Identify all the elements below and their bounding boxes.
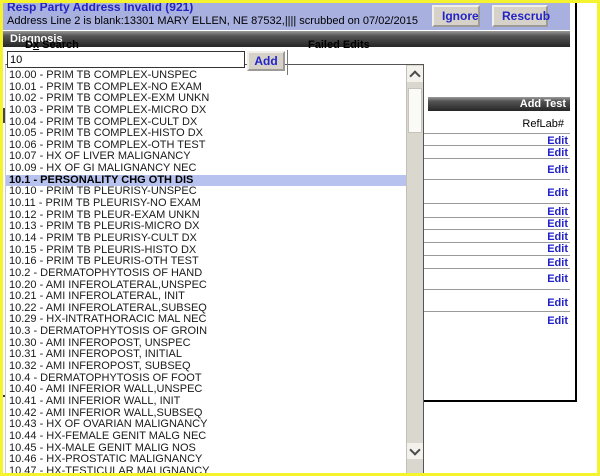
dx-search-label: Dx Search [25, 39, 79, 51]
scrub-window: Resp Party Address Invalid (921) Address… [0, 0, 600, 476]
alert-bar: Resp Party Address Invalid (921) Address… [3, 3, 570, 30]
list-item[interactable]: 10.00 - PRIM TB COMPLEX-UNSPEC [6, 70, 406, 82]
frame-right-border [575, 3, 577, 402]
list-item-selected[interactable]: 10.1 - PERSONALITY CHG OTH DIS [6, 175, 406, 187]
list-item[interactable]: 10.45 - HX-MALE GENIT MALIG NOS [6, 443, 406, 455]
edit-link[interactable]: Edit [422, 218, 568, 230]
list-item[interactable]: 10.30 - AMI INFEROPOST, UNSPEC [6, 338, 406, 350]
list-item[interactable]: 10.46 - HX-PROSTATIC MALIGNANCY [6, 454, 406, 466]
edit-link[interactable]: Edit [422, 147, 568, 159]
dx-search-input[interactable] [7, 51, 245, 68]
edit-link[interactable]: Edit [422, 243, 568, 255]
list-item[interactable]: 10.3 - DERMATOPHYTOSIS OF GROIN [6, 326, 406, 338]
list-item[interactable]: 10.02 - PRIM TB COMPLEX-EXM UNKN [6, 93, 406, 105]
failed-edits-label: Failed Edits [308, 39, 370, 51]
frame-bottom-border [419, 400, 577, 402]
list-item[interactable]: 10.09 - HX OF GI MALIGNANCY NEC [6, 163, 406, 175]
scroll-up-button[interactable] [407, 66, 423, 82]
list-item[interactable]: 10.20 - AMI INFEROLATERAL,UNSPEC [6, 280, 406, 292]
dropdown-scrollbar[interactable] [406, 65, 423, 473]
list-item[interactable]: 10.12 - PRIM TB PLEUR-EXAM UNKN [6, 210, 406, 222]
row-separator [422, 179, 570, 180]
cell-divider [287, 50, 288, 75]
list-item[interactable]: 10.40 - AMI INFERIOR WALL,UNSPEC [6, 384, 406, 396]
scroll-down-button[interactable] [407, 443, 423, 459]
edit-link[interactable]: Edit [422, 164, 568, 176]
list-item[interactable]: 10.32 - AMI INFEROPOST, SUBSEQ [6, 361, 406, 373]
chevron-down-icon [409, 444, 420, 455]
list-item[interactable]: 10.13 - PRIM TB PLEURIS-MICRO DX [6, 221, 406, 233]
ignore-button[interactable]: Ignore [432, 5, 480, 27]
list-item[interactable]: 10.14 - PRIM TB PLEURISY-CULT DX [6, 233, 406, 245]
dx-dropdown-items: 10.00 - PRIM TB COMPLEX-UNSPEC10.01 - PR… [6, 65, 406, 476]
list-item[interactable]: 10.11 - PRIM TB PLEURISY-NO EXAM [6, 198, 406, 210]
edit-link[interactable]: Edit [422, 315, 568, 327]
edit-link[interactable]: Edit [422, 297, 568, 309]
list-item[interactable]: 10.31 - AMI INFEROPOST, INITIAL [6, 349, 406, 361]
list-item[interactable]: 10.22 - AMI INFEROLATERAL,SUBSEQ [6, 303, 406, 315]
list-item[interactable]: 10.21 - AMI INFEROLATERAL, INIT [6, 291, 406, 303]
list-item[interactable]: 10.4 - DERMATOPHYTOSIS OF FOOT [6, 373, 406, 385]
diagnosis-header: Diagnosis [3, 31, 570, 47]
list-item[interactable]: 10.05 - PRIM TB COMPLEX-HISTO DX [6, 128, 406, 140]
chevron-up-icon [409, 70, 420, 81]
alert-message: Address Line 2 is blank:13301 MARY ELLEN… [7, 15, 418, 27]
list-item[interactable]: 10.01 - PRIM TB COMPLEX-NO EXAM [6, 82, 406, 94]
rescrub-button[interactable]: Rescrub [492, 5, 548, 27]
row-separator [422, 311, 570, 312]
edit-link[interactable]: Edit [422, 135, 568, 147]
edit-link[interactable]: Edit [422, 257, 568, 269]
list-item[interactable]: 10.29 - HX-INTRATHORACIC MAL NEC [6, 314, 406, 326]
list-item[interactable]: 10.16 - PRIM TB PLEURIS-OTH TEST [6, 256, 406, 268]
edit-link[interactable]: Edit [422, 231, 568, 243]
list-item[interactable]: 10.41 - AMI INFERIOR WALL, INIT [6, 396, 406, 408]
list-item[interactable]: 10.04 - PRIM TB COMPLEX-CULT DX [6, 117, 406, 129]
add-test-header: Add Test [428, 97, 570, 111]
edit-link[interactable]: Edit [422, 273, 568, 285]
dx-dropdown-list: 10.00 - PRIM TB COMPLEX-UNSPEC10.01 - PR… [5, 64, 424, 473]
list-item[interactable]: 10.42 - AMI INFERIOR WALL,SUBSEQ [6, 408, 406, 420]
add-button[interactable]: Add [247, 51, 285, 71]
alert-title: Resp Party Address Invalid (921) [7, 0, 193, 14]
list-item[interactable]: 10.06 - PRIM TB COMPLEX-OTH TEST [6, 140, 406, 152]
row-separator [422, 255, 570, 256]
list-item[interactable]: 10.10 - PRIM TB PLEURISY-UNSPEC [6, 186, 406, 198]
list-item[interactable]: 10.44 - HX-FEMALE GENIT MALG NEC [6, 431, 406, 443]
row-separator [422, 133, 570, 134]
edit-link[interactable]: Edit [422, 206, 568, 218]
reflab-column-label: RefLab# [422, 118, 564, 130]
list-item[interactable]: 10.15 - PRIM TB PLEURIS-HISTO DX [6, 245, 406, 257]
list-item[interactable]: 10.2 - DERMATOPHYTOSIS OF HAND [6, 268, 406, 280]
scrollbar-thumb[interactable] [408, 88, 422, 133]
list-item[interactable]: 10.43 - HX OF OVARIAN MALIGNANCY [6, 419, 406, 431]
list-item[interactable]: 10.07 - HX OF LIVER MALIGNANCY [6, 151, 406, 163]
list-item[interactable]: 10.47 - HX-TESTICULAR MALIGNANCY [6, 466, 406, 476]
row-separator [422, 203, 570, 204]
edit-link[interactable]: Edit [422, 187, 568, 199]
list-item[interactable]: 10.03 - PRIM TB COMPLEX-MICRO DX [6, 105, 406, 117]
row-separator [422, 289, 570, 290]
